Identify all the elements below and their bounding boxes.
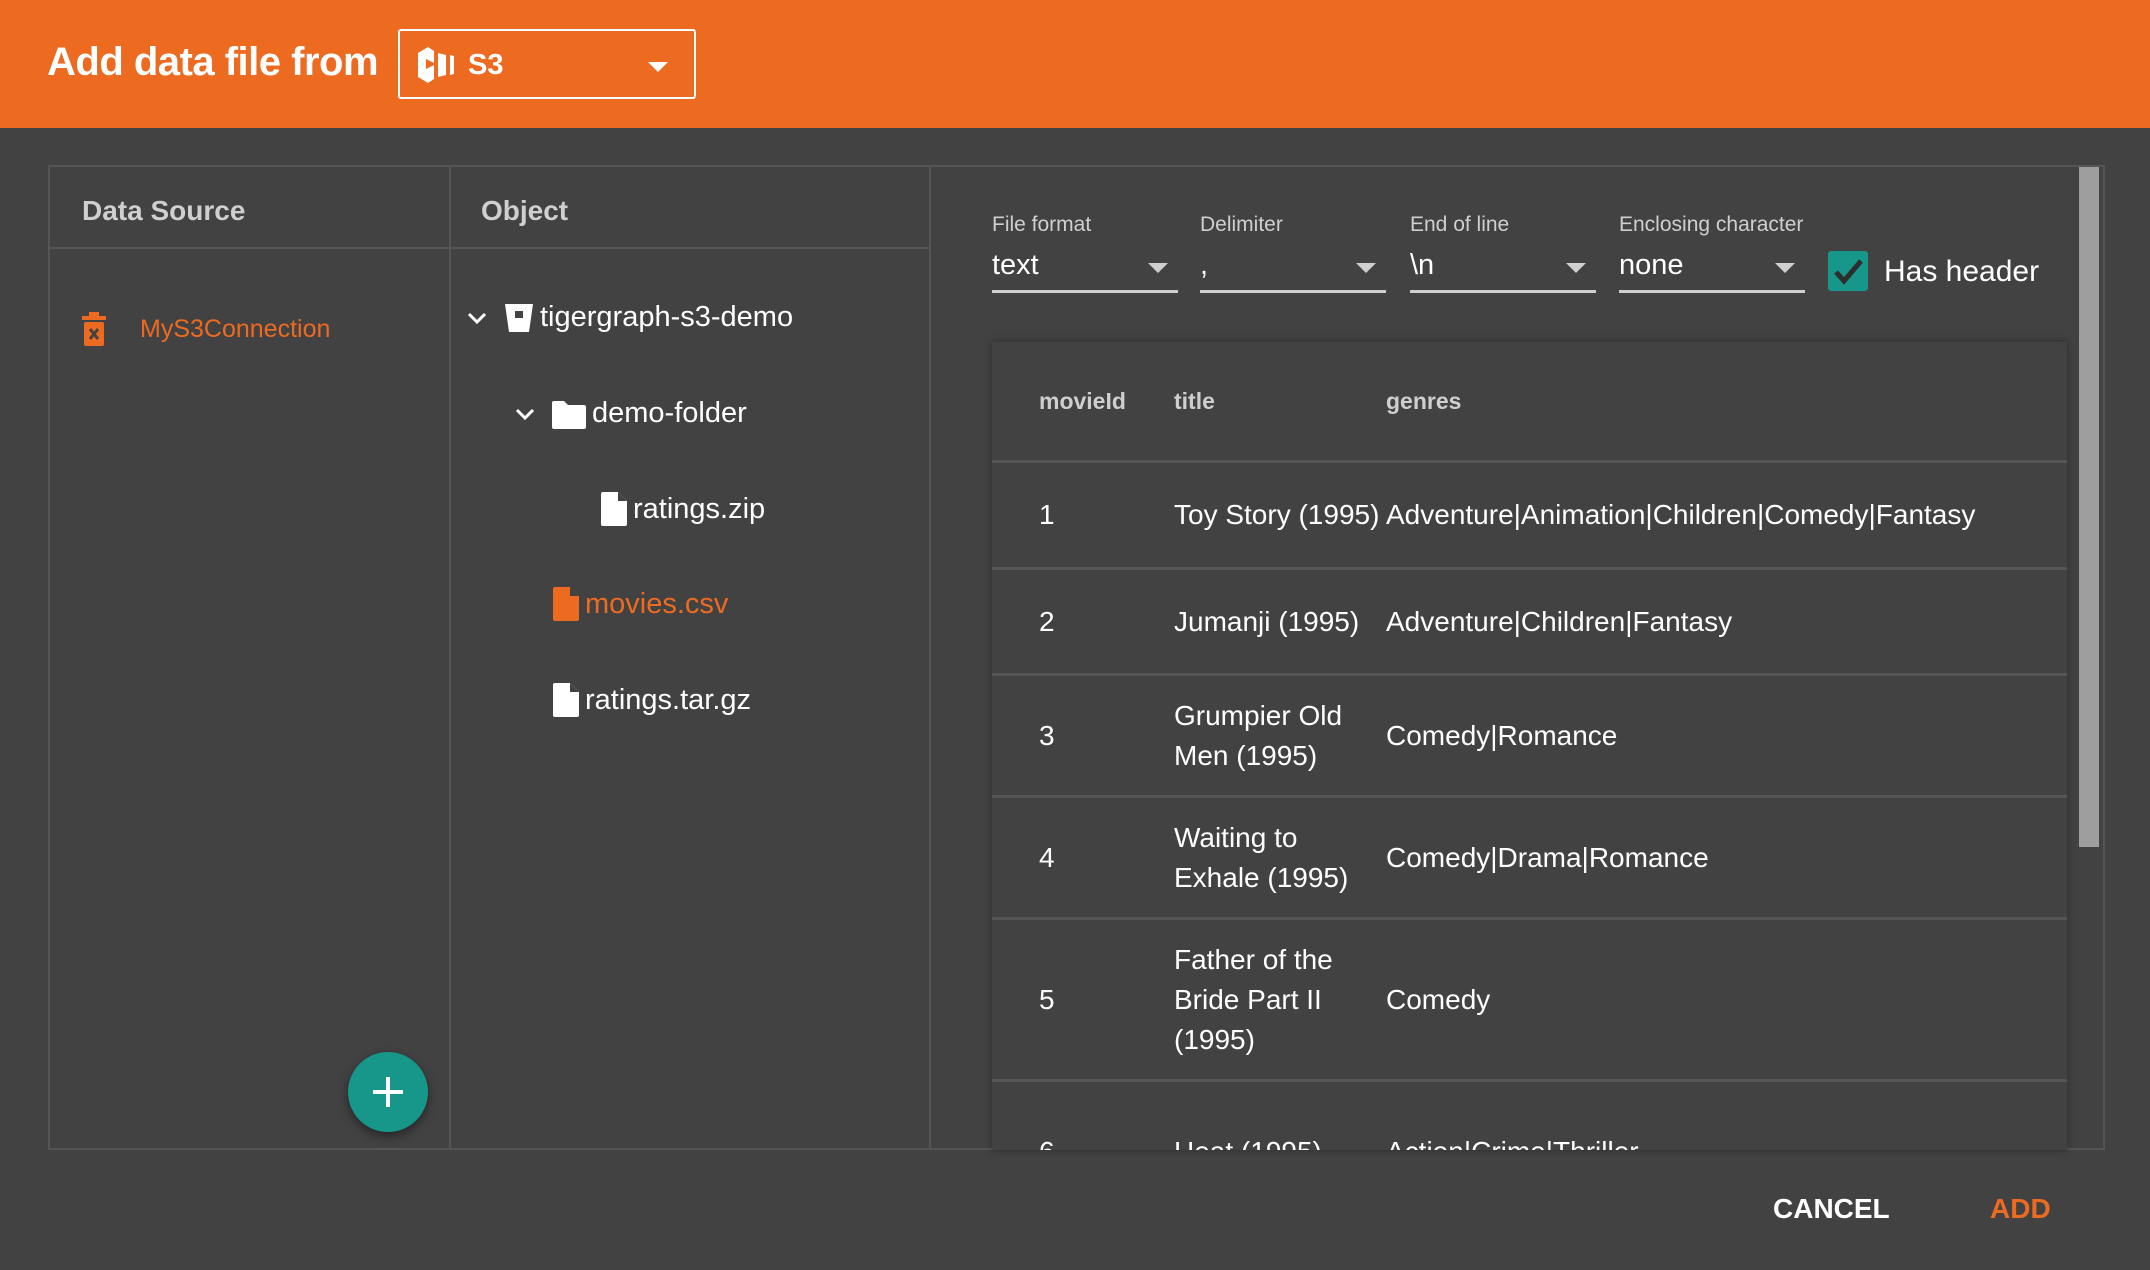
tree-item-label: movies.csv: [585, 587, 729, 620]
has-header-label: Has header: [1884, 255, 2040, 288]
column-header-movieid: movieId: [992, 342, 1174, 463]
cell-movieid: 4: [992, 796, 1174, 920]
file-format-value: text: [992, 249, 1039, 281]
tree-item-folder[interactable]: demo-folder: [514, 397, 747, 430]
cell-title: Heat (1995): [1174, 1080, 1386, 1150]
tree-item-label: tigergraph-s3-demo: [540, 301, 794, 333]
tree-item-label: demo-folder: [592, 397, 747, 429]
cell-movieid: 6: [992, 1080, 1174, 1150]
cell-movieid: 2: [992, 568, 1174, 676]
folder-icon: [552, 400, 586, 429]
file-format-select[interactable]: text: [992, 247, 1178, 293]
cell-title: Toy Story (1995): [1174, 461, 1386, 570]
chevron-down-icon: [1148, 263, 1168, 273]
source-select[interactable]: S3: [398, 29, 696, 99]
end-of-line-value: \n: [1410, 249, 1435, 281]
tree-item-label: ratings.tar.gz: [585, 683, 752, 716]
cell-title: Waiting to Exhale (1995): [1174, 796, 1386, 920]
file-icon: [553, 587, 579, 621]
table-row: 2 Jumanji (1995) Adventure|Children|Fant…: [992, 568, 2067, 676]
add-button[interactable]: ADD: [1990, 1193, 2051, 1225]
table-row: 6 Heat (1995) Action|Crime|Thriller: [992, 1080, 2067, 1150]
trash-icon[interactable]: [82, 312, 106, 346]
check-icon: [1834, 259, 1863, 285]
source-select-value: S3: [468, 49, 504, 81]
chevron-down-icon: [1356, 263, 1376, 273]
cell-genres: Comedy|Drama|Romance: [1386, 796, 2067, 920]
preview-table-card: movieId title genres 1 Toy Story (1995) …: [992, 342, 2067, 1150]
vertical-scrollbar[interactable]: [2079, 167, 2099, 847]
bucket-icon: [505, 303, 533, 332]
data-source-item[interactable]: MyS3Connection: [82, 312, 330, 346]
dialog-title: Add data file from: [47, 40, 379, 84]
column-header-genres: genres: [1386, 342, 2067, 463]
table-row: 1 Toy Story (1995) Adventure|Animation|C…: [992, 461, 2067, 570]
cell-movieid: 5: [992, 918, 1174, 1082]
tree-item-label: ratings.zip: [633, 492, 766, 525]
file-browser-panel: Data Source MyS3Connection Object tigerg…: [48, 165, 2105, 1150]
cell-title: Jumanji (1995): [1174, 568, 1386, 676]
enclosing-character-select[interactable]: none: [1619, 247, 1805, 293]
table-row: 5 Father of the Bride Part II (1995) Com…: [992, 918, 2067, 1082]
column-header-title: title: [1174, 342, 1386, 463]
tree-item-file-selected[interactable]: movies.csv: [553, 587, 728, 621]
enclosing-character-label: Enclosing character: [1619, 213, 1804, 236]
chevron-down-icon[interactable]: [514, 403, 536, 425]
table-row: 4 Waiting to Exhale (1995) Comedy|Drama|…: [992, 796, 2067, 920]
chevron-down-icon[interactable]: [466, 307, 488, 329]
table-row: 3 Grumpier Old Men (1995) Comedy|Romance: [992, 674, 2067, 798]
file-icon: [553, 683, 579, 717]
file-icon: [601, 492, 627, 526]
cell-genres: Comedy|Romance: [1386, 674, 2067, 798]
file-format-label: File format: [992, 213, 1092, 236]
tree-item-bucket[interactable]: tigergraph-s3-demo: [466, 301, 793, 334]
delimiter-value: ,: [1200, 249, 1209, 281]
chevron-down-icon: [648, 62, 668, 72]
chevron-down-icon: [1566, 263, 1586, 273]
preview-table: movieId title genres 1 Toy Story (1995) …: [992, 342, 2067, 1150]
cell-genres: Action|Crime|Thriller: [1386, 1080, 2067, 1150]
has-header-checkbox[interactable]: [1828, 251, 1868, 291]
cancel-button[interactable]: CANCEL: [1773, 1193, 1890, 1225]
cell-genres: Adventure|Animation|Children|Comedy|Fant…: [1386, 461, 2067, 570]
end-of-line-select[interactable]: \n: [1410, 247, 1596, 293]
enclosing-character-value: none: [1619, 249, 1684, 281]
cell-genres: Comedy: [1386, 918, 2067, 1082]
tree-item-file[interactable]: ratings.tar.gz: [553, 683, 751, 717]
delimiter-label: Delimiter: [1200, 213, 1283, 236]
cell-title: Father of the Bride Part II (1995): [1174, 918, 1386, 1082]
object-column: Object tigergraph-s3-demo demo-folder ra…: [451, 167, 931, 1148]
add-data-source-button[interactable]: [348, 1052, 428, 1132]
data-source-header: Data Source: [50, 167, 449, 249]
cell-title: Grumpier Old Men (1995): [1174, 674, 1386, 798]
plus-icon: [373, 1077, 403, 1107]
s3-icon: [418, 47, 454, 83]
cell-movieid: 3: [992, 674, 1174, 798]
table-header-row: movieId title genres: [992, 342, 2067, 463]
data-source-column: Data Source MyS3Connection: [50, 167, 451, 1148]
delimiter-select[interactable]: ,: [1200, 247, 1386, 293]
object-header: Object: [451, 167, 929, 249]
end-of-line-label: End of line: [1410, 213, 1510, 236]
dialog-header: Add data file from S3: [0, 0, 2150, 128]
data-source-name: MyS3Connection: [140, 314, 331, 343]
cell-genres: Adventure|Children|Fantasy: [1386, 568, 2067, 676]
cell-movieid: 1: [992, 461, 1174, 570]
chevron-down-icon: [1775, 263, 1795, 273]
tree-item-file[interactable]: ratings.zip: [601, 492, 765, 526]
